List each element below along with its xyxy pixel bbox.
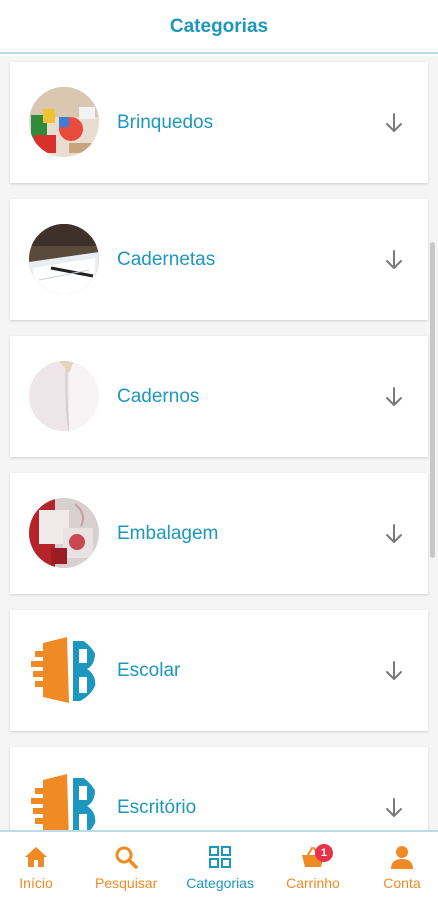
tab-label: Início (19, 875, 53, 891)
arrow-down-icon[interactable] (382, 659, 406, 683)
category-card-escolar[interactable]: Escolar (10, 610, 428, 731)
arrow-down-icon[interactable] (382, 111, 406, 135)
category-label: Escolar (117, 659, 181, 681)
tab-label: Conta (383, 875, 421, 891)
tab-inicio[interactable]: Início (6, 832, 66, 900)
search-icon (115, 846, 138, 869)
arrow-down-icon[interactable] (382, 248, 406, 272)
tab-label: Pesquisar (95, 875, 158, 891)
user-icon (390, 846, 413, 869)
category-label: Cadernetas (117, 248, 216, 270)
tab-label: Categorias (186, 875, 254, 891)
arrow-down-icon[interactable] (382, 522, 406, 546)
tab-categorias[interactable]: Categorias (186, 832, 254, 900)
bottom-tab-bar: Início Pesquisar Categorias 1 Carrinho C… (0, 830, 438, 900)
category-image-cadernetas (29, 224, 99, 294)
category-card-cadernetas[interactable]: Cadernetas (10, 199, 428, 320)
home-icon (25, 847, 47, 867)
tab-carrinho[interactable]: 1 Carrinho (283, 832, 343, 900)
category-image-embalagem (29, 498, 99, 568)
category-logo-escolar (29, 635, 99, 705)
category-card-embalagem[interactable]: Embalagem (10, 473, 428, 594)
category-label: Escritório (117, 796, 197, 818)
grid-icon (209, 846, 232, 868)
scrollbar-thumb[interactable] (430, 242, 435, 558)
category-card-escritorio[interactable]: Escritório (10, 747, 428, 830)
app-header: Categorias (0, 0, 438, 54)
tab-label: Carrinho (286, 875, 340, 891)
tab-conta[interactable]: Conta (372, 832, 432, 900)
page-title: Categorias (169, 16, 269, 37)
category-card-brinquedos[interactable]: Brinquedos (10, 62, 428, 183)
category-label: Cadernos (117, 385, 200, 407)
tab-pesquisar[interactable]: Pesquisar (95, 832, 157, 900)
category-card-cadernos[interactable]: Cadernos (10, 336, 428, 457)
category-label: Embalagem (117, 522, 219, 544)
category-logo-escritorio (29, 772, 99, 830)
category-list: Brinquedos Cadernetas Cadernos Embalagem… (10, 62, 428, 830)
category-list-container[interactable]: Brinquedos Cadernetas Cadernos Embalagem… (0, 56, 438, 830)
category-image-cadernos (29, 361, 99, 431)
arrow-down-icon[interactable] (382, 796, 406, 820)
cart-count-badge: 1 (314, 844, 333, 862)
category-image-brinquedos (29, 87, 99, 157)
category-label: Brinquedos (117, 111, 214, 133)
arrow-down-icon[interactable] (382, 385, 406, 409)
